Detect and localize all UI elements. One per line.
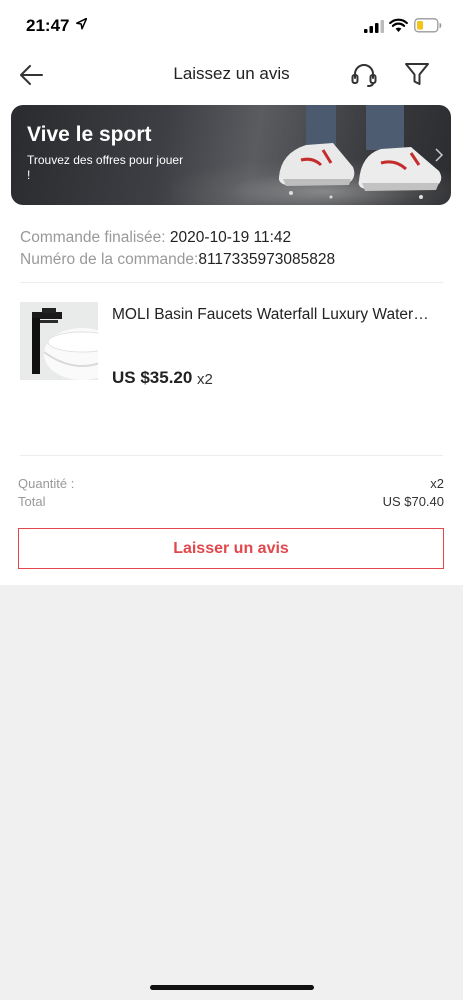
leave-review-button[interactable]: Laisser un avis xyxy=(18,528,444,569)
order-number-value: 8117335973085828 xyxy=(198,251,336,268)
home-indicator[interactable] xyxy=(150,985,314,990)
summary-total-label: Total xyxy=(18,494,46,509)
summary-quantity-value: x2 xyxy=(430,476,444,491)
order-info: Commande finalisée: 2020-10-19 11:42 Num… xyxy=(20,227,335,271)
divider xyxy=(20,455,443,456)
faucet-product-image xyxy=(20,302,98,380)
product-thumbnail[interactable] xyxy=(20,302,98,380)
status-bar: 21:47 xyxy=(0,0,463,50)
wifi-icon xyxy=(389,18,408,32)
order-completed-value: 2020-10-19 11:42 xyxy=(169,229,292,246)
summary-total-value: US $70.40 xyxy=(382,494,444,509)
status-time: 21:47 xyxy=(26,16,70,35)
promo-banner[interactable]: Vive le sport Trouvez des offres pour jo… xyxy=(11,105,451,205)
cellular-signal-icon xyxy=(364,20,384,33)
chevron-right-icon xyxy=(435,148,444,162)
banner-title: Vive le sport xyxy=(27,123,152,146)
page-title: Laissez un avis xyxy=(173,64,290,83)
location-arrow-icon xyxy=(76,18,87,30)
banner-subtitle: Trouvez des offres pour jouer ! xyxy=(27,153,184,182)
main-panel: 21:47 Laissez un avis Vive le sport Trou… xyxy=(0,0,463,585)
product-title[interactable]: MOLI Basin Faucets Waterfall Luxury Wate… xyxy=(112,306,444,324)
summary-total-row: Total US $70.40 xyxy=(18,494,444,509)
order-completed-label: Commande finalisée: xyxy=(20,229,170,246)
order-number-label: Numéro de la commande: xyxy=(20,251,199,268)
divider xyxy=(20,282,443,283)
summary-quantity-label: Quantité : xyxy=(18,476,75,491)
nav-bar: Laissez un avis xyxy=(0,50,463,100)
product-price: US $35.20 xyxy=(112,368,193,387)
battery-low-icon xyxy=(414,18,442,33)
filter-funnel-icon[interactable] xyxy=(403,60,431,88)
banner-sneakers-image xyxy=(278,105,442,199)
order-completed-row: Commande finalisée: 2020-10-19 11:42 xyxy=(20,227,335,249)
order-number-row: Numéro de la commande:8117335973085828 xyxy=(20,249,335,271)
summary-quantity-row: Quantité : x2 xyxy=(18,476,444,491)
customer-support-icon[interactable] xyxy=(349,61,379,89)
product-quantity: x2 xyxy=(197,371,213,388)
